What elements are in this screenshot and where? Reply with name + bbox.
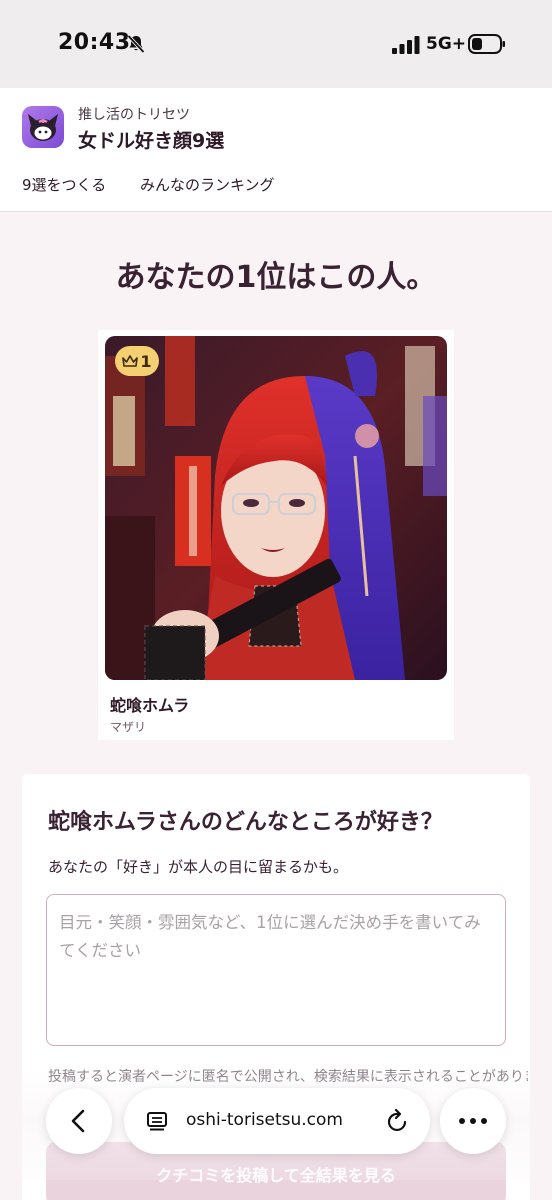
member-name: 蛇喰ホムラ <box>110 696 190 715</box>
status-time: 20:43 <box>58 30 131 55</box>
group-name: マザリ <box>110 720 147 734</box>
more-button[interactable] <box>440 1088 506 1154</box>
app-header: 推し活のトリセツ 女ドル好き顔9選 9選をつくる みんなのランキング <box>0 88 552 212</box>
member-photo: 1 <box>105 336 447 680</box>
rank-badge: 1 <box>115 346 159 376</box>
rank-number: 1 <box>140 351 152 371</box>
tab-everyone-ranking[interactable]: みんなのランキング <box>140 174 275 195</box>
status-bar: 20:43 5G+ <box>0 0 552 88</box>
bell-slash-icon <box>127 34 145 54</box>
comment-question: 蛇喰ホムラさんのどんなところが好き？ <box>48 810 443 835</box>
signal-icon <box>392 36 420 54</box>
reload-icon[interactable] <box>386 1108 410 1134</box>
crown-icon <box>122 354 139 367</box>
comment-hint: あなたの「好き」が本人の目に留まるかも。 <box>48 858 349 876</box>
app-subtitle: 推し活のトリセツ <box>78 107 190 123</box>
app-title: 女ドル好き顔9選 <box>78 130 225 152</box>
network-label: 5G+ <box>426 34 467 54</box>
battery-icon <box>468 34 505 54</box>
back-button[interactable] <box>46 1088 112 1154</box>
app-logo-icon[interactable] <box>22 106 64 148</box>
result-heading: あなたの1位はこの人。 <box>115 260 437 295</box>
ellipsis-icon <box>459 1118 487 1124</box>
rank-card[interactable]: 1 蛇喰ホムラ マザリ <box>98 330 454 740</box>
chevron-left-icon <box>71 1109 85 1133</box>
page-menu-icon <box>147 1112 167 1131</box>
comment-textarea[interactable] <box>46 894 506 1046</box>
address-bar[interactable]: oshi-torisetsu.com <box>124 1088 430 1154</box>
url-text: oshi-torisetsu.com <box>186 1110 343 1130</box>
tab-create-nine[interactable]: 9選をつくる <box>22 174 106 195</box>
